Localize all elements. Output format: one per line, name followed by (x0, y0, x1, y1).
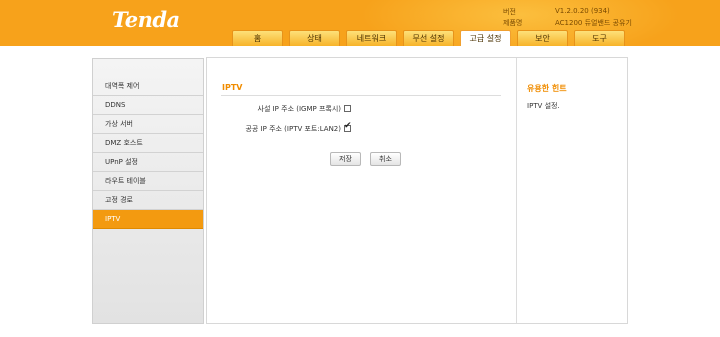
version-value: V1.2.0.20 (934) (555, 7, 610, 15)
section-divider (221, 95, 501, 96)
tab-security[interactable]: 보안 (517, 30, 568, 46)
product-label: 제품명 (503, 19, 523, 27)
sidebar-item-upnp[interactable]: UPnP 설정 (93, 153, 203, 172)
sidebar: 대역폭 제어 DDNS 가상 서버 DMZ 호스트 UPnP 설정 라우트 테이… (92, 58, 204, 324)
sidebar-item-route-table[interactable]: 라우트 테이블 (93, 172, 203, 191)
tenda-logo: Tenda (112, 7, 180, 32)
product-value: AC1200 듀얼밴드 공유기 (555, 19, 632, 27)
cancel-button[interactable]: 취소 (370, 152, 401, 166)
public-ip-label: 공공 IP 주소 (IPTV 포트:LAN2) (245, 125, 341, 133)
tab-home[interactable]: 홈 (232, 30, 283, 46)
sidebar-item-bandwidth-control[interactable]: 대역폭 제어 (93, 77, 203, 96)
private-ip-label: 사설 IP 주소 (IGMP 프록시) (257, 105, 341, 113)
save-button[interactable]: 저장 (330, 152, 361, 166)
sidebar-item-ddns[interactable]: DDNS (93, 96, 203, 115)
tab-status[interactable]: 상태 (289, 30, 340, 46)
header-bar: Tenda 버전 V1.2.0.20 (934) 제품명 AC1200 듀얼밴드… (0, 0, 720, 46)
private-ip-checkbox[interactable] (344, 105, 351, 112)
section-title: IPTV (222, 83, 243, 92)
sidebar-item-static-route[interactable]: 고정 경로 (93, 191, 203, 210)
sidebar-item-dmz-host[interactable]: DMZ 호스트 (93, 134, 203, 153)
checkmark-icon: ✔ (344, 121, 352, 131)
public-ip-checkbox[interactable]: ✔ (344, 121, 352, 132)
tab-wireless-settings[interactable]: 무선 설정 (403, 30, 454, 46)
hint-title: 유용한 힌트 (527, 84, 567, 93)
version-label: 버전 (503, 8, 516, 16)
sidebar-item-iptv[interactable]: IPTV (93, 210, 203, 229)
tab-advanced-settings[interactable]: 고급 설정 (460, 30, 511, 46)
tab-tools[interactable]: 도구 (574, 30, 625, 46)
panel-divider (516, 58, 517, 323)
hint-text: IPTV 설정. (527, 102, 560, 110)
tab-network[interactable]: 네트워크 (346, 30, 397, 46)
sidebar-item-virtual-server[interactable]: 가상 서버 (93, 115, 203, 134)
content-panel: IPTV 사설 IP 주소 (IGMP 프록시) 공공 IP 주소 (IPTV … (206, 57, 628, 324)
